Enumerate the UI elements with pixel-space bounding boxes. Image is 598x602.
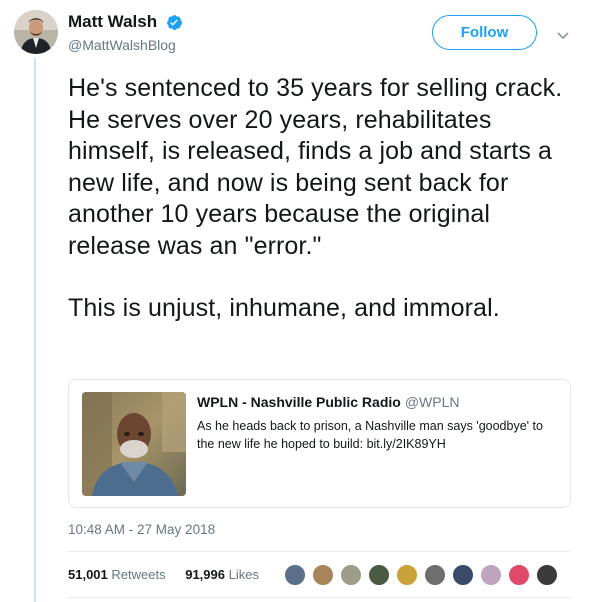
author-name[interactable]: Matt Walsh <box>68 12 157 32</box>
author-avatar[interactable] <box>14 10 58 54</box>
likes-label: Likes <box>228 567 259 582</box>
tweet-paragraph: He's sentenced to 35 years for selling c… <box>68 74 563 260</box>
liker-avatar[interactable] <box>423 563 447 587</box>
quoted-tweet-body: WPLN - Nashville Public Radio @WPLN As he… <box>197 394 562 453</box>
quoted-tweet-card[interactable]: WPLN - Nashville Public Radio @WPLN As he… <box>68 379 571 508</box>
liker-avatar[interactable] <box>311 563 335 587</box>
thread-line <box>34 58 36 602</box>
liker-avatar[interactable] <box>283 563 307 587</box>
retweets-label: Retweets <box>111 567 166 582</box>
likes-stat[interactable]: 91,996 Likes <box>185 567 259 582</box>
follow-button[interactable]: Follow <box>432 15 537 50</box>
likes-count: 91,996 <box>185 567 225 582</box>
liker-avatar[interactable] <box>395 563 419 587</box>
liker-avatar[interactable] <box>507 563 531 587</box>
liker-avatar[interactable] <box>535 563 559 587</box>
divider <box>68 551 571 552</box>
verified-badge-icon <box>166 14 183 31</box>
tweet-stats: 51,001 Retweets 91,996 Likes <box>68 567 267 582</box>
tweet-text: He's sentenced to 35 years for selling c… <box>68 73 568 325</box>
author-handle[interactable]: @MattWalshBlog <box>68 37 183 53</box>
quoted-tweet-image <box>82 392 186 496</box>
author-block: Matt Walsh @MattWalshBlog <box>68 12 183 53</box>
chevron-down-icon[interactable] <box>556 28 570 40</box>
liker-avatar[interactable] <box>339 563 363 587</box>
retweets-stat[interactable]: 51,001 Retweets <box>68 567 166 582</box>
liker-avatar[interactable] <box>479 563 503 587</box>
quoted-author-handle: @WPLN <box>404 394 460 410</box>
quoted-tweet-text: As he heads back to prison, a Nashville … <box>197 419 543 451</box>
quoted-author-name: WPLN - Nashville Public Radio <box>197 394 401 410</box>
tweet-timestamp[interactable]: 10:48 AM - 27 May 2018 <box>68 522 215 537</box>
divider <box>68 597 571 598</box>
tweet-paragraph: This is unjust, inhumane, and immoral. <box>68 294 500 322</box>
retweets-count: 51,001 <box>68 567 108 582</box>
liker-avatar[interactable] <box>451 563 475 587</box>
liker-avatar[interactable] <box>367 563 391 587</box>
